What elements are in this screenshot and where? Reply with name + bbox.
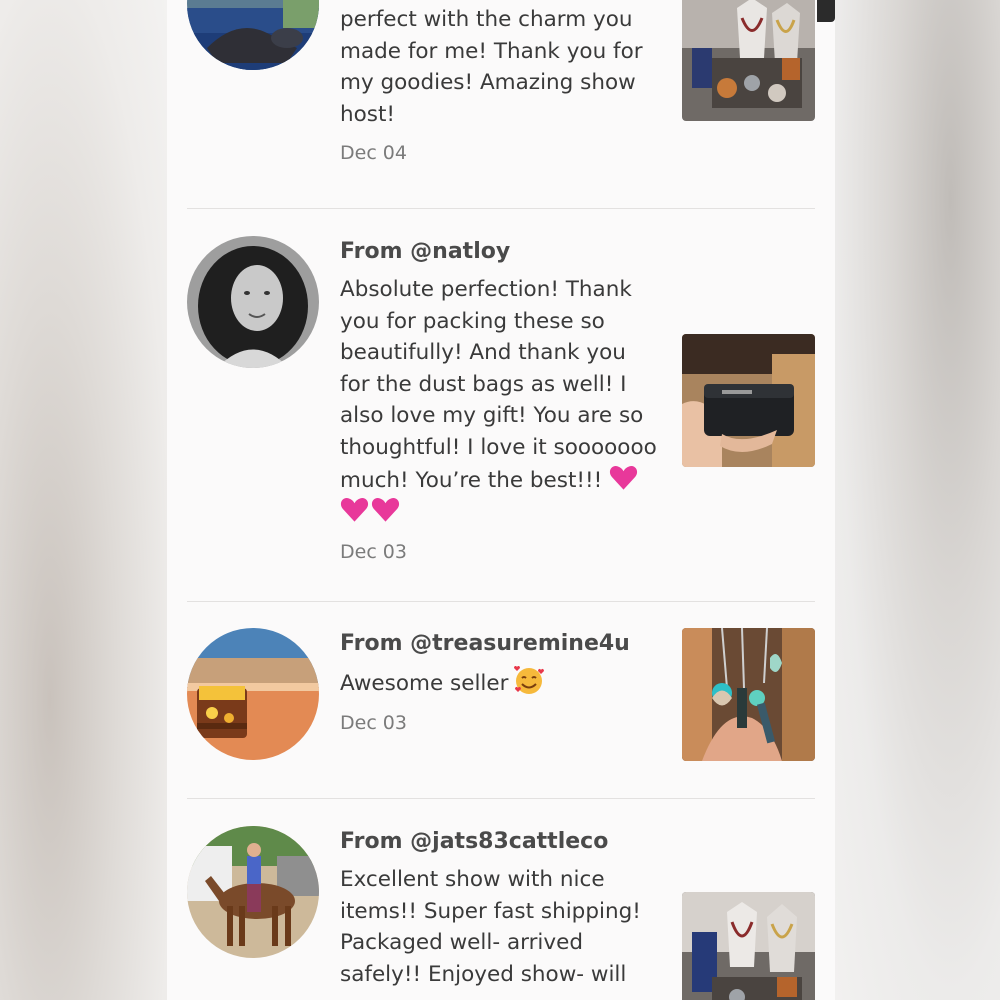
review-divider — [187, 601, 815, 602]
review-text-column: From @treasuremine4u Awesome seller Dec … — [340, 628, 660, 738]
rider-on-mule-avatar[interactable] — [187, 826, 319, 958]
woman-portrait-avatar[interactable] — [187, 236, 319, 368]
review-body: Absolute perfection! Thank you for packi… — [340, 274, 660, 529]
review-body: perfect with the charm you made for me! … — [340, 7, 643, 127]
smiling-face-with-hearts-emoji — [508, 666, 545, 696]
background-right-blur — [835, 0, 1000, 1000]
review-divider — [187, 208, 815, 209]
review-body: Awesome seller — [340, 666, 660, 700]
reviews-feed[interactable]: perfect with the charm you made for me! … — [167, 0, 835, 1000]
background-left-blur — [0, 0, 167, 1000]
review-date: Dec 03 — [340, 711, 407, 734]
background-photo-edge — [817, 0, 835, 22]
charm-keychains-thumbnail[interactable] — [682, 628, 815, 761]
person-on-yoga-mat-avatar[interactable] — [187, 0, 319, 70]
review-divider — [187, 798, 815, 799]
reviewer-handle[interactable]: From @treasuremine4u — [340, 628, 660, 660]
treasure-chest-beach-avatar[interactable] — [187, 628, 319, 760]
review-text-column: From @natloy Absolute perfection! Thank … — [340, 236, 660, 567]
review-body-text: Awesome seller — [340, 671, 509, 696]
review-body-text: Absolute perfection! Thank you for packi… — [340, 277, 657, 493]
review-text-column: perfect with the charm you made for me! … — [340, 4, 660, 168]
reviewer-handle[interactable]: From @natloy — [340, 236, 660, 268]
review-date: Dec 03 — [340, 540, 407, 563]
review-text-column: From @jats83cattleco Excellent show with… — [340, 826, 660, 990]
review-date: Dec 04 — [340, 142, 407, 165]
jewelry-display-thumbnail[interactable] — [682, 892, 815, 1000]
jewelry-display-thumbnail[interactable] — [682, 0, 815, 121]
review-body: Excellent show with nice items!! Super f… — [340, 867, 641, 987]
black-wallet-thumbnail[interactable] — [682, 334, 815, 467]
reviewer-handle[interactable]: From @jats83cattleco — [340, 826, 660, 858]
